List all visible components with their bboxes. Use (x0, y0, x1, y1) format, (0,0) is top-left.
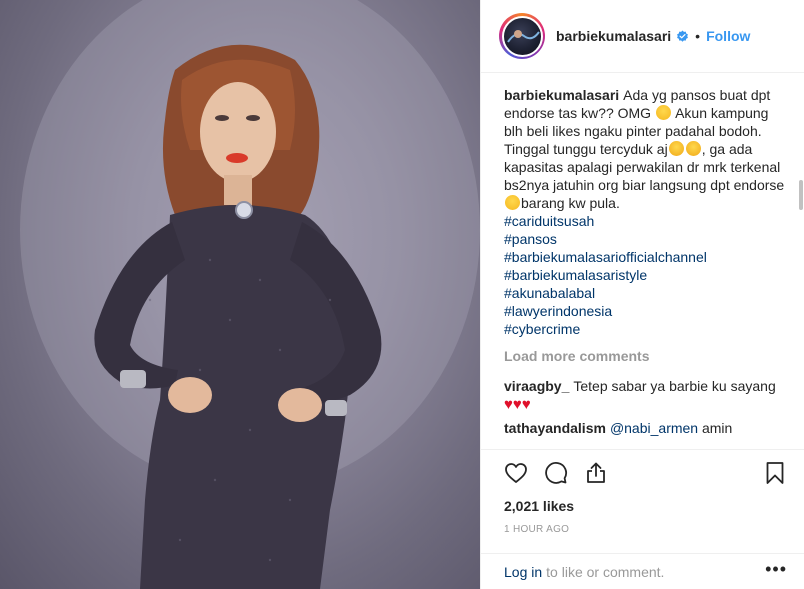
avatar[interactable] (501, 15, 543, 57)
share-button[interactable] (584, 461, 608, 485)
caption-username[interactable]: barbiekumalasari (504, 87, 619, 103)
comment-item: viraagby_ Tetep sabar ya barbie ku sayang… (504, 377, 787, 413)
comments-list[interactable]: barbiekumalasari Ada yg pansos buat dpt e… (481, 73, 804, 449)
post-side-panel: barbiekumalasari • Follow barbiekumalasa… (480, 0, 804, 589)
laughing-emoji-icon (655, 105, 671, 120)
smirk-emoji-icon (685, 141, 701, 156)
instagram-post: barbiekumalasari • Follow barbiekumalasa… (0, 0, 804, 589)
footer-text: to like or comment. (546, 563, 665, 580)
avatar-image (506, 29, 540, 43)
hashtag-link[interactable]: #barbiekumalasaristyle (504, 266, 787, 284)
bookmark-icon (766, 462, 784, 484)
share-icon (587, 462, 605, 483)
smirk-emoji-icon (668, 141, 684, 156)
laughing-emoji-icon (505, 195, 520, 210)
action-icons-row (504, 450, 787, 496)
comment-username[interactable]: tathayandalism (504, 420, 606, 436)
comment-item: tathayandalism @nabi_armen amin (504, 419, 787, 437)
hashtag-link[interactable]: #lawyerindonesia (504, 302, 787, 320)
like-button[interactable] (504, 461, 528, 485)
hashtag-list: #cariduitsusah #pansos #barbiekumalasari… (504, 212, 787, 338)
hashtag-link[interactable]: #barbiekumalasariofficialchannel (504, 248, 787, 266)
header-separator: • (695, 28, 701, 44)
hashtag-link[interactable]: #akunabalabal (504, 284, 787, 302)
comment-bubble-icon (545, 462, 567, 484)
post-timestamp[interactable]: 1 HOUR AGO (504, 524, 787, 535)
likes-count[interactable]: 2,021 likes (504, 498, 787, 514)
comment-mention[interactable]: @nabi_armen (610, 420, 698, 436)
comment-username[interactable]: viraagby_ (504, 378, 569, 394)
post-actions: 2,021 likes 1 HOUR AGO (481, 449, 804, 535)
hashtag-link[interactable]: #pansos (504, 230, 787, 248)
hashtag-link[interactable]: #cariduitsusah (504, 212, 787, 230)
load-more-comments-button[interactable]: Load more comments (504, 347, 787, 365)
save-button[interactable] (763, 461, 787, 485)
comments-scroll-thumb[interactable] (799, 180, 803, 210)
comment-text: amin (701, 420, 733, 436)
post-header: barbiekumalasari • Follow (481, 0, 804, 73)
comments-scrollbar[interactable] (798, 85, 804, 449)
post-photo[interactable] (0, 0, 480, 589)
post-footer: Log in to like or comment. ••• (481, 553, 804, 589)
post-photo-figure (20, 0, 480, 589)
heart-emoji-icon: ♥♥♥ (504, 396, 531, 413)
follow-button[interactable]: Follow (706, 28, 750, 44)
caption: barbiekumalasari Ada yg pansos buat dpt e… (504, 86, 787, 212)
hashtag-link[interactable]: #cybercrime (504, 320, 787, 338)
avatar-story-ring[interactable] (499, 13, 545, 59)
verified-badge-icon (677, 30, 689, 42)
comment-button[interactable] (544, 461, 568, 485)
comment-text: Tetep sabar ya barbie ku sayang (573, 378, 776, 394)
caption-text-4: barang kw pula. (521, 195, 620, 211)
heart-icon (505, 463, 527, 483)
post-username[interactable]: barbiekumalasari (556, 28, 671, 44)
login-link[interactable]: Log in (504, 564, 542, 580)
more-options-icon[interactable]: ••• (765, 560, 787, 578)
